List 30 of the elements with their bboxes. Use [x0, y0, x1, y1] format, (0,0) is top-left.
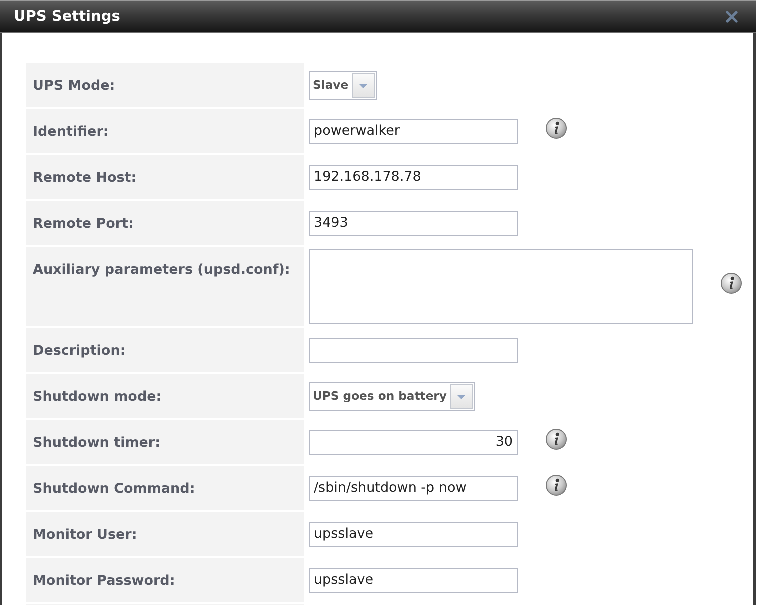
text-field[interactable]: /sbin/shutdown -p now — [309, 476, 518, 500]
textarea-field[interactable] — [309, 249, 693, 324]
text-field[interactable]: powerwalker — [309, 118, 518, 144]
select-field[interactable]: UPS goes on battery — [309, 382, 475, 410]
info-icon[interactable] — [546, 428, 567, 450]
field-label: Shutdown mode: — [26, 374, 304, 418]
text-field[interactable]: 3493 — [309, 210, 518, 236]
caret-icon — [352, 72, 375, 98]
info-icon[interactable] — [546, 474, 567, 496]
field-label: UPS Mode: — [26, 63, 304, 107]
field-label: Remote Port: — [26, 201, 304, 245]
field-label: Description: — [26, 328, 304, 372]
field-label: Identifier: — [26, 109, 304, 153]
text-field[interactable]: 30 — [309, 430, 518, 454]
text-field[interactable]: 192.168.178.78 — [309, 164, 518, 190]
text-field[interactable]: upsslave — [309, 568, 518, 592]
caret-icon — [450, 384, 473, 408]
select-field[interactable]: Slave — [309, 70, 377, 100]
field-label: Monitor User: — [26, 512, 304, 556]
field-label: Remote Host: — [26, 155, 304, 199]
text-field[interactable]: upsslave — [309, 522, 518, 546]
field-label: Monitor Password: — [26, 558, 304, 602]
window-title: UPS Settings — [14, 8, 120, 24]
info-icon[interactable] — [721, 273, 742, 294]
field-label: Shutdown Command: — [26, 466, 304, 510]
close-icon[interactable] — [726, 10, 738, 22]
info-icon[interactable] — [546, 118, 567, 138]
text-field[interactable] — [309, 338, 518, 362]
field-label: Shutdown timer: — [26, 420, 304, 464]
field-label: Auxiliary parameters (upsd.conf): — [26, 247, 304, 326]
